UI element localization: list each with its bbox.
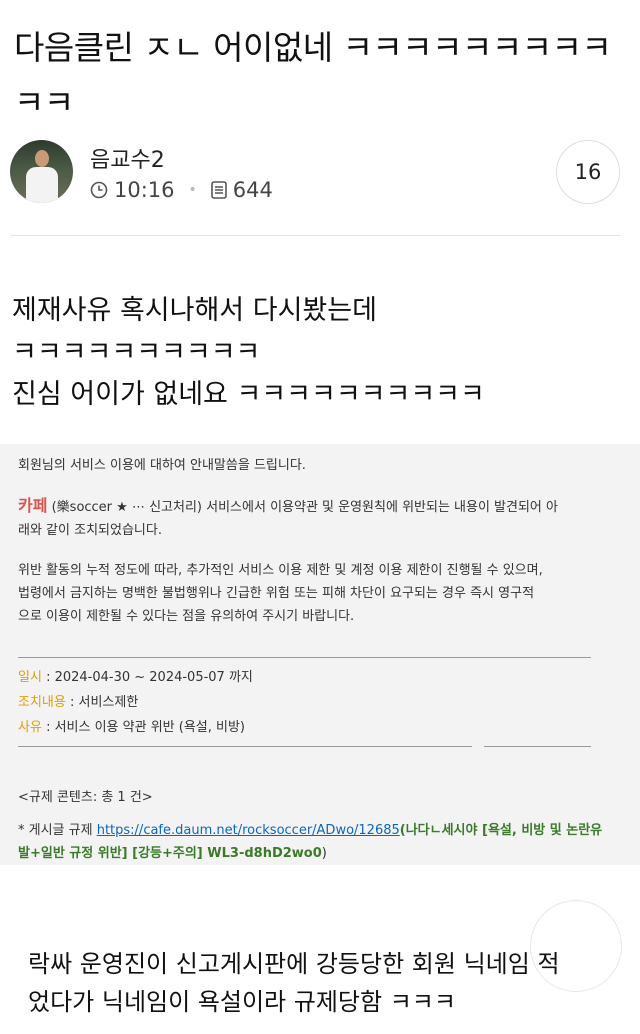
- post-body: 제재사유 혹시나해서 다시봤는데 ㅋㅋㅋㅋㅋㅋㅋㅋㅋㅋ 진심 어이가 없네요 ㅋ…: [12, 290, 627, 416]
- meta-separator: •: [188, 182, 197, 198]
- notice-image: 회원님의 서비스 이용에 대하여 안내말씀을 드립니다. 카페 (樂soccer…: [0, 444, 640, 865]
- item-prefix: * 게시글 규제: [18, 823, 93, 838]
- divider: [484, 746, 591, 747]
- notice-cafe-paragraph: 카페 (樂soccer ★ ⋯ 신고처리) 서비스에서 이용약관 및 운영원칙에…: [18, 494, 603, 542]
- post-meta: 10:16 • 644: [90, 178, 273, 202]
- warning-line: 법령에서 금지하는 명백한 불법행위나 긴급한 위험 또는 피해 차단이 요구되…: [18, 586, 535, 601]
- clock-icon: [90, 181, 108, 199]
- reason-row: 사유 : 서비스 이용 약관 위반 (욕설, 비방): [18, 716, 603, 739]
- caption-line: 었다가 닉네임이 욕설이라 규제당함 ㅋㅋㅋ: [28, 988, 456, 1016]
- body-line: ㅋㅋㅋㅋㅋㅋㅋㅋㅋㅋ: [12, 337, 261, 368]
- post-title: 다음클린 ㅈㄴ 어이없네 ㅋㅋㅋㅋㅋㅋㅋㅋㅋㅋㅋ: [14, 28, 612, 122]
- item-blurred: (나다ㄴ세시: [399, 823, 466, 838]
- action-value: : 서비스제한: [69, 695, 139, 710]
- item-suffix: ): [321, 846, 327, 861]
- notice-warning: 위반 활동의 누적 정도에 따라, 추가적인 서비스 이용 제한 및 계정 이용…: [18, 559, 603, 628]
- warning-line: 위반 활동의 누적 정도에 따라, 추가적인 서비스 이용 제한 및 계정 이용…: [18, 563, 543, 578]
- view-count: 644: [232, 178, 273, 202]
- body-line: 제재사유 혹시나해서 다시봤는데: [12, 295, 377, 326]
- content-count: <규제 콘텐츠: 총 1 건>: [18, 790, 153, 805]
- divider: [18, 657, 591, 658]
- period-row: 일시 : 2024-04-30 ~ 2024-05-07 까지: [18, 666, 603, 689]
- action-row: 조치내용 : 서비스제한: [18, 691, 603, 714]
- author-info: 음교수2 10:16 • 644 16: [10, 140, 630, 210]
- item-tag: 야 [욕설, 비방 및 논란유: [465, 823, 603, 838]
- warning-line: 으로 이용이 제한될 수 있다는 점을 유의하여 주시기 바랍니다.: [18, 609, 355, 624]
- notice-greeting: 회원님의 서비스 이용에 대하여 안내말씀을 드립니다.: [18, 458, 306, 473]
- author-name[interactable]: 음교수2: [90, 142, 165, 174]
- cafe-text: 서비스에서 이용약관 및 운영원칙에 위반되는 내용이 발견되어 아: [206, 500, 558, 515]
- regulated-item: * 게시글 규제 https://cafe.daum.net/rocksocce…: [18, 819, 603, 865]
- divider: [18, 746, 472, 747]
- comment-count-button[interactable]: 16: [556, 140, 620, 204]
- avatar[interactable]: [10, 140, 73, 203]
- cafe-name: (樂soccer ★ ⋯ 신고처리): [51, 500, 202, 515]
- period-value: : 2024-04-30 ~ 2024-05-07 까지: [46, 670, 253, 685]
- regulated-link[interactable]: https://cafe.daum.net/rocksoccer/ADwo/12…: [97, 823, 400, 838]
- cafe-text: 래와 같이 조치되었습니다.: [18, 523, 162, 538]
- divider: [10, 235, 620, 236]
- item-tag: 발+일반 규정 위반] [강등+주의] WL3-d8hD2wo0: [18, 846, 322, 861]
- caption-line: 락싸 운영진이 신고게시판에 강등당한 회원 닉네임 적: [28, 950, 560, 978]
- period-label: 일시: [18, 670, 42, 685]
- post-time: 10:16: [114, 178, 175, 202]
- reason-value: : 서비스 이용 약관 위반 (욕설, 비방): [46, 720, 245, 735]
- body-line: 진심 어이가 없네요 ㅋㅋㅋㅋㅋㅋㅋㅋㅋㅋ: [12, 379, 485, 410]
- post-caption: 락싸 운영진이 신고게시판에 강등당한 회원 닉네임 적 었다가 닉네임이 욕설…: [28, 945, 628, 1021]
- cafe-label: 카페: [18, 496, 48, 515]
- action-label: 조치내용: [18, 695, 66, 710]
- reason-label: 사유: [18, 720, 42, 735]
- document-icon: [210, 181, 227, 199]
